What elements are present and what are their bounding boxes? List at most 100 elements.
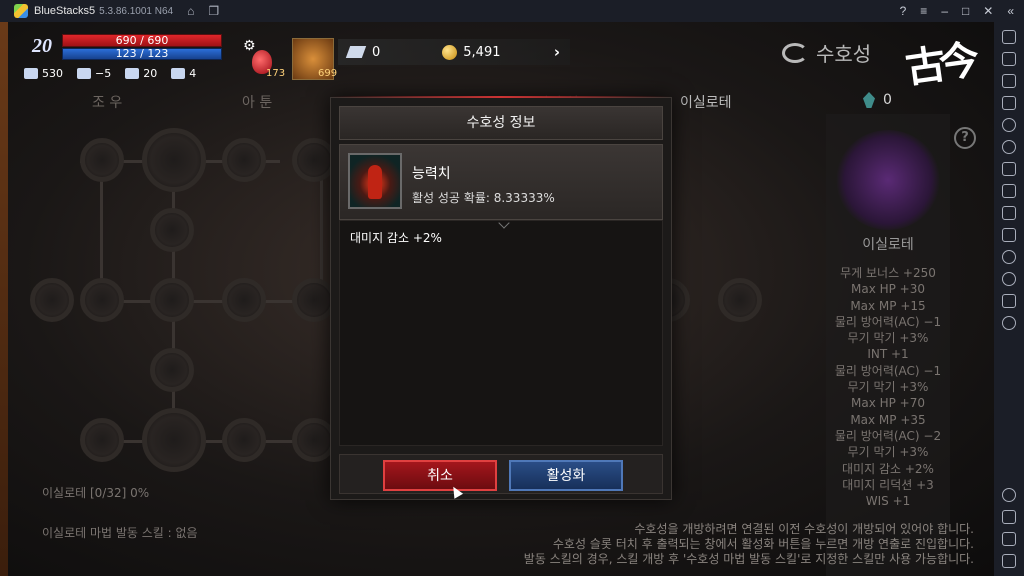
sync-icon[interactable]: [1002, 140, 1016, 154]
volume-icon[interactable]: [1002, 52, 1016, 66]
settings-gear-icon[interactable]: [1002, 488, 1016, 502]
stat-item: 20: [125, 67, 157, 80]
hint-line: 수호성을 개방하려면 연결된 이전 수호성이 개방되어 있어야 합니다.: [634, 522, 974, 536]
tab-joseu[interactable]: 조 우: [92, 92, 122, 112]
guardian-node[interactable]: [80, 278, 124, 322]
gold-amount: 5,491: [463, 44, 501, 60]
claw-icon: [171, 68, 186, 79]
bonus-item: 무기 막기 +3%: [847, 445, 929, 460]
minimize-icon[interactable]: –: [941, 4, 948, 18]
bonus-item: 무기 막기 +3%: [847, 331, 929, 346]
potion-slot[interactable]: ⚙ 173: [240, 36, 286, 82]
android-home-icon[interactable]: [1002, 532, 1016, 546]
item-name: 능력치: [412, 166, 451, 182]
rune-count: 0: [863, 92, 892, 108]
player-level: 20: [32, 35, 52, 57]
bonus-item: Max MP +15: [850, 298, 926, 313]
bonus-item: Max HP +30: [850, 282, 926, 297]
collapse-sidebar-icon[interactable]: «: [1007, 4, 1014, 18]
chevron-down-icon: [498, 217, 510, 229]
menu-icon[interactable]: ≡: [920, 4, 927, 18]
guardian-node[interactable]: [150, 278, 194, 322]
bonus-item: WIS +1: [865, 494, 911, 509]
cancel-button[interactable]: 취소: [383, 460, 497, 491]
magic-skill-text: 이실로테 마법 발동 스킬 : 없음: [42, 526, 198, 540]
bonus-item: 무게 보너스 +250: [840, 266, 936, 280]
maximize-icon[interactable]: □: [962, 4, 969, 18]
currency-bar: 0 5,491 ›: [338, 39, 570, 65]
guardian-node[interactable]: [80, 418, 124, 462]
stat-body-icon: [348, 153, 402, 209]
guardian-node[interactable]: [222, 418, 266, 462]
dialog-title: 수호성 정보: [339, 106, 663, 140]
guardian-node[interactable]: [718, 278, 762, 322]
currency-expand-arrow-icon[interactable]: ›: [554, 43, 560, 61]
activate-button[interactable]: 활성화: [509, 460, 623, 491]
dialog-footer: 취소 활성화: [339, 454, 663, 494]
gold-coin-icon: [442, 44, 458, 60]
tab-isilrote[interactable]: 이실로테: [680, 92, 732, 112]
effect-text: 대미지 감소 +2%: [350, 231, 442, 245]
bonus-item: 무기 막기 +3%: [847, 380, 929, 395]
feather-count: 699: [318, 68, 338, 79]
dialog-body: 대미지 감소 +2%: [339, 217, 663, 446]
keyboard-icon[interactable]: [1002, 96, 1016, 110]
home-icon[interactable]: ⌂: [187, 4, 194, 18]
guardian-node[interactable]: [80, 138, 124, 182]
guardian-node[interactable]: [150, 208, 194, 252]
layers-icon[interactable]: [1002, 294, 1016, 308]
guardian-node-major[interactable]: [142, 128, 206, 192]
resize-icon[interactable]: [1002, 228, 1016, 242]
eco-mode-icon[interactable]: [1002, 250, 1016, 264]
calligraphy-watermark: 古今: [902, 36, 977, 93]
hint-line: 수호성 슬롯 터치 후 출력되는 창에서 활성화 버튼을 누르면 개방 연출로 …: [552, 537, 974, 551]
location-icon[interactable]: [1002, 272, 1016, 286]
progress-text: 이실로테 [0/32] 0%: [42, 486, 150, 500]
bonus-item: 대미지 감소 +2%: [842, 461, 934, 476]
guardian-node[interactable]: [222, 278, 266, 322]
back-icon[interactable]: [1002, 510, 1016, 524]
help-button[interactable]: ?: [954, 127, 976, 149]
app-version: 5.3.86.1001 N64: [99, 5, 174, 17]
bonus-item: Max HP +70: [850, 396, 926, 411]
hint-line: 발동 스킬의 경우, 스킬 개방 후 '수호성 마법 발동 스킬'로 지정한 스…: [523, 552, 974, 566]
crystal-icon: [863, 92, 875, 108]
bonus-item: 물리 방어력(AC) −1: [834, 314, 942, 329]
mp-bar: 123 / 123: [62, 48, 222, 60]
rotate-icon[interactable]: [1002, 316, 1016, 330]
success-rate: 활성 성공 확률: 8.33333%: [412, 191, 555, 205]
bonus-item: 물리 방어력(AC) −1: [834, 363, 942, 378]
stat-item: 530: [24, 67, 63, 80]
auto-settings-gear-icon[interactable]: ⚙: [243, 38, 256, 54]
bonus-item: 대미지 리덕션 +3: [842, 477, 934, 492]
wing-icon: [24, 68, 38, 79]
dialog-item-card: 능력치 활성 성공 확률: 8.33333%: [339, 144, 663, 220]
guardian-node[interactable]: [30, 278, 74, 322]
gem-amount: 0: [372, 44, 381, 60]
bonus-item: INT +1: [867, 347, 909, 362]
close-icon[interactable]: ✕: [983, 4, 993, 18]
fullscreen-icon[interactable]: [1002, 30, 1016, 44]
install-apk-icon[interactable]: [1002, 162, 1016, 176]
macro-icon[interactable]: [1002, 118, 1016, 132]
screenshot-icon[interactable]: [1002, 184, 1016, 198]
tab-atun[interactable]: 아 툰: [242, 92, 272, 112]
bluestacks-logo-icon: [14, 4, 28, 18]
multi-instance-icon[interactable]: ❐: [208, 4, 219, 18]
emulator-sidebar: [994, 22, 1024, 576]
hint-text: 수호성을 개방하려면 연결된 이전 수호성이 개방되어 있어야 합니다. 수호성…: [524, 522, 974, 567]
screen-record-icon[interactable]: [1002, 74, 1016, 88]
app-name: BlueStacks5: [34, 5, 96, 17]
help-icon[interactable]: ?: [900, 4, 907, 18]
guardian-node[interactable]: [222, 138, 266, 182]
guardian-node[interactable]: [150, 348, 194, 392]
game-viewport: 20 690 / 690 123 / 123 530 −5 20 4 ⚙ 173…: [0, 22, 994, 576]
folder-icon[interactable]: [1002, 206, 1016, 220]
guardian-node-tree: [30, 122, 336, 502]
stat-row: 530 −5 20 4: [24, 67, 210, 80]
hp-bar: 690 / 690: [62, 34, 222, 47]
recent-apps-icon[interactable]: [1002, 554, 1016, 568]
guardian-node-major[interactable]: [142, 408, 206, 472]
helmet-icon: [77, 68, 91, 79]
stat-item: 4: [171, 67, 196, 80]
